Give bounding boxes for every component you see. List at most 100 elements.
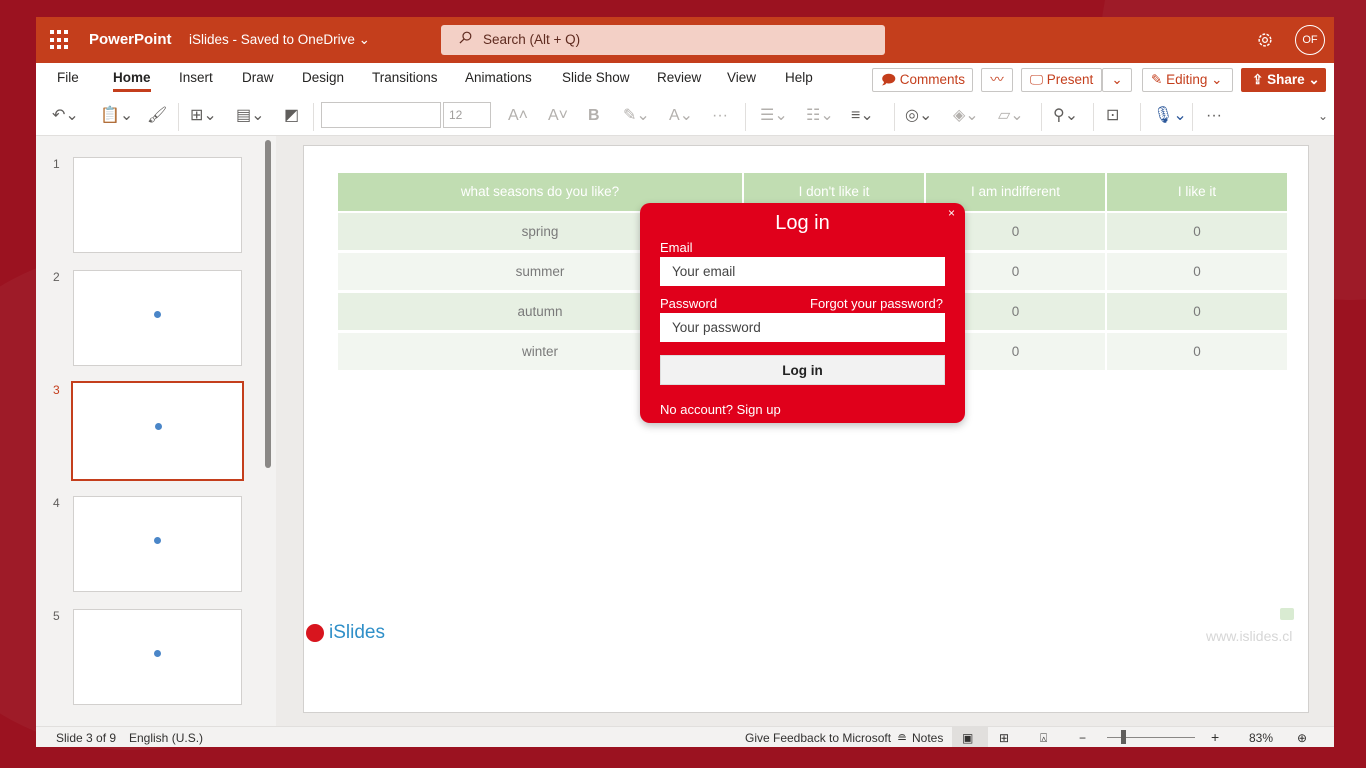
present-label: Present (1046, 72, 1094, 87)
comments-button[interactable]: 🗩 Comments (872, 68, 973, 92)
email-field[interactable] (660, 257, 945, 286)
table-cell: 0 (1107, 293, 1287, 330)
normal-view-icon[interactable]: ▣ (962, 731, 973, 745)
slide-sorter-icon[interactable]: ⊞ (999, 731, 1009, 745)
slide-thumbnail-5[interactable] (73, 609, 242, 705)
user-avatar[interactable]: OF (1295, 25, 1325, 55)
dictate-microphone-icon[interactable]: 🎙⌄ (1153, 105, 1187, 127)
present-button[interactable]: 🖵 Present (1021, 68, 1102, 92)
editing-label: Editing (1166, 72, 1208, 87)
font-color-icon[interactable]: A⌄ (669, 105, 693, 127)
align-icon[interactable]: ≡⌄ (851, 105, 874, 127)
tab-view[interactable]: View (727, 70, 756, 85)
tab-file[interactable]: File (57, 70, 79, 85)
format-painter-icon[interactable]: 🖌 (147, 105, 167, 127)
editing-mode-button[interactable]: ✎ Editing ⌄ (1142, 68, 1233, 92)
thumb-number: 1 (53, 157, 60, 171)
table-header: I like it (1107, 173, 1287, 211)
more-options-icon[interactable]: ··· (1206, 105, 1222, 127)
share-button[interactable]: ⇪ Share ⌄ (1241, 68, 1326, 92)
decrease-font-icon[interactable]: A˅ (548, 105, 568, 127)
bullets-icon[interactable]: ☰⌄ (760, 105, 788, 127)
chevron-down-icon: ⌄ (1111, 72, 1123, 87)
document-name[interactable]: iSlides - Saved to OneDrive ⌄ (189, 32, 370, 48)
designer-icon[interactable]: ⊡ (1106, 105, 1119, 127)
increase-font-icon[interactable]: A˄ (508, 105, 528, 127)
activity-button[interactable]: 〰 (981, 68, 1013, 92)
share-label: Share (1267, 72, 1305, 87)
slide-counter: Slide 3 of 9 (56, 731, 117, 745)
tab-home[interactable]: Home (113, 70, 151, 92)
slide-thumbnail-1[interactable] (73, 157, 242, 253)
comments-label: Comments (899, 72, 966, 87)
notes-button[interactable]: Notes (912, 731, 943, 745)
tab-slide-show[interactable]: Slide Show (562, 70, 630, 85)
email-label: Email (660, 240, 693, 255)
thumbnails-scrollbar[interactable] (265, 140, 271, 468)
zoom-slider-thumb[interactable] (1121, 730, 1126, 744)
shapes-icon[interactable]: ◎⌄ (905, 105, 932, 127)
title-bar: PowerPoint iSlides - Saved to OneDrive ⌄… (36, 17, 1334, 63)
login-button[interactable]: Log in (660, 355, 945, 385)
tab-transitions[interactable]: Transitions (372, 70, 438, 85)
ribbon-tabs: File Home Insert Draw Design Transitions… (36, 63, 1334, 97)
logo-text: iSlides (329, 622, 385, 643)
search-icon (459, 31, 472, 44)
search-placeholder: Search (Alt + Q) (483, 32, 581, 47)
table-cell: 0 (1107, 333, 1287, 370)
status-bar: Slide 3 of 9 English (U.S.) Give Feedbac… (36, 726, 1334, 747)
shape-fill-icon[interactable]: ◈⌄ (953, 105, 979, 127)
tab-help[interactable]: Help (785, 70, 813, 85)
share-icon: ⇪ (1252, 72, 1268, 87)
app-name[interactable]: PowerPoint (89, 31, 172, 48)
notes-icon[interactable]: ≘ (897, 731, 907, 745)
font-size-select[interactable]: 12 (443, 102, 491, 128)
table-cell: 0 (1107, 213, 1287, 250)
slide-thumbnail-4[interactable] (73, 496, 242, 592)
tab-draw[interactable]: Draw (242, 70, 274, 85)
login-title: Log in (775, 212, 830, 234)
slide-thumbnails-pane: 1 2 3 4 5 (36, 136, 276, 726)
watermark-icon (1280, 608, 1294, 620)
settings-gear-icon[interactable] (1256, 31, 1274, 49)
bold-icon[interactable]: B (588, 105, 600, 127)
tab-animations[interactable]: Animations (465, 70, 532, 85)
find-icon[interactable]: ⚲⌄ (1053, 105, 1078, 127)
tab-review[interactable]: Review (657, 70, 701, 85)
fit-slide-icon[interactable]: ⊕ (1297, 731, 1307, 745)
watermark-text: www.islides.cl (1206, 628, 1293, 644)
language-indicator[interactable]: English (U.S.) (129, 731, 203, 745)
present-icon: 🖵 (1030, 72, 1047, 87)
zoom-level[interactable]: 83% (1249, 731, 1273, 745)
thumb-number: 4 (53, 496, 60, 510)
paste-icon[interactable]: 📋⌄ (100, 105, 133, 127)
forgot-password-link[interactable]: Forgot your password? (810, 296, 943, 311)
numbering-icon[interactable]: ☷⌄ (806, 105, 834, 127)
tab-insert[interactable]: Insert (179, 70, 213, 85)
layout-icon[interactable]: ▤⌄ (236, 105, 265, 127)
search-box[interactable]: Search (Alt + Q) (441, 25, 885, 55)
font-name-select[interactable] (321, 102, 441, 128)
present-dropdown[interactable]: ⌄ (1102, 68, 1132, 92)
zoom-out-icon[interactable]: − (1079, 731, 1086, 745)
table-cell: 0 (1107, 253, 1287, 290)
slide-thumbnail-3[interactable] (71, 381, 244, 481)
feedback-link[interactable]: Give Feedback to Microsoft (745, 731, 891, 745)
close-icon[interactable]: × (948, 206, 955, 220)
shape-outline-icon[interactable]: ▱⌄ (998, 105, 1024, 127)
collapse-ribbon-icon[interactable]: ⌄ (1318, 105, 1328, 127)
slide-thumbnail-2[interactable] (73, 270, 242, 366)
reading-view-icon[interactable]: ⍓ (1040, 731, 1047, 746)
highlight-icon[interactable]: ✎⌄ (623, 105, 650, 127)
zoom-in-icon[interactable]: + (1211, 729, 1219, 745)
signup-link[interactable]: No account? Sign up (660, 402, 781, 417)
thumb-number: 2 (53, 270, 60, 284)
app-launcher-icon[interactable] (50, 30, 70, 50)
undo-icon[interactable]: ↶⌄ (52, 105, 79, 127)
comment-icon: 🗩 (881, 72, 900, 87)
password-field[interactable] (660, 313, 945, 342)
more-font-icon[interactable]: ··· (712, 105, 728, 127)
new-slide-icon[interactable]: ⊞⌄ (190, 105, 217, 127)
background-icon[interactable]: ◩ (284, 105, 299, 127)
tab-design[interactable]: Design (302, 70, 344, 85)
